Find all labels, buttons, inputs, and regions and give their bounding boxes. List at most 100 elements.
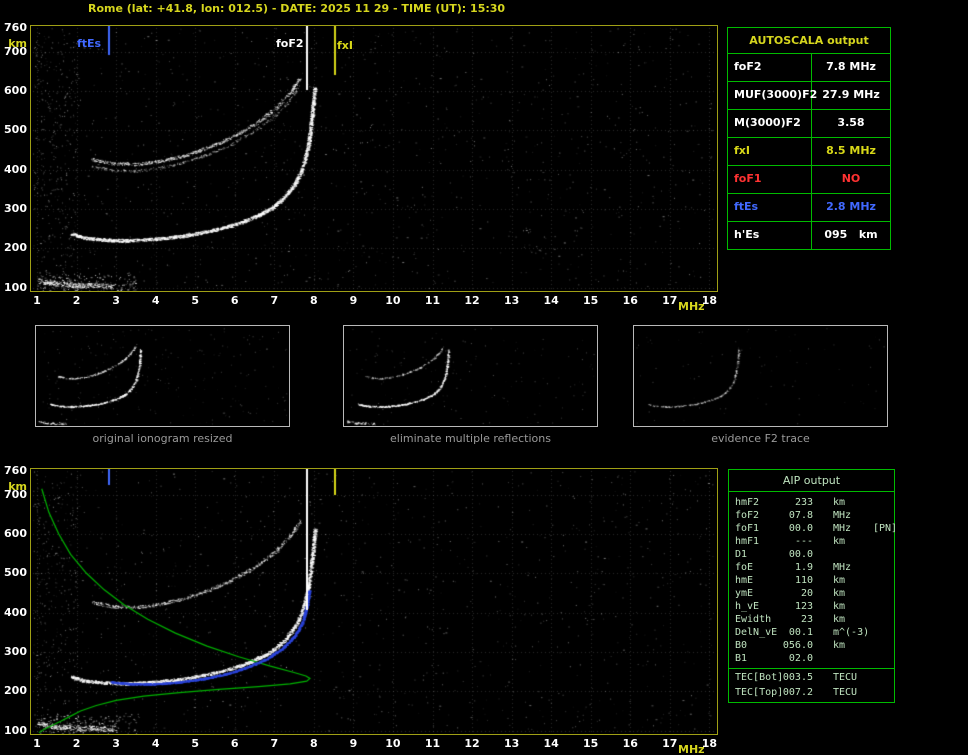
aip-param-extra xyxy=(869,574,894,587)
profile-ionogram-x-tick-2: 2 xyxy=(72,737,81,750)
aip-row-DelN_vE: DelN_vE 00.1 m^(-3) xyxy=(729,626,894,639)
aip-param-value: 00.1 xyxy=(788,627,813,638)
aip-param-extra xyxy=(869,548,894,561)
aip-param-label: B1 xyxy=(735,653,748,664)
aip-param-extra xyxy=(869,509,894,522)
aip-param-extra xyxy=(869,600,894,613)
main-ionogram-y-tick-500: 500 xyxy=(4,123,27,137)
aip-param-unit xyxy=(813,548,869,561)
aip-param-unit xyxy=(813,652,869,665)
aip-param-extra xyxy=(869,587,894,600)
aip-param-label: hmF2 xyxy=(735,497,760,508)
autoscala-param-label: fxI xyxy=(728,138,812,165)
aip-param-value: 20 xyxy=(800,588,813,599)
aip-param-label: TEC[Bot] xyxy=(735,672,784,683)
aip-param-label: foE xyxy=(735,562,754,573)
profile-ionogram-y-tick-400: 400 xyxy=(4,605,27,619)
aip-row-TEC[Bot]: TEC[Bot] 003.5 TECU xyxy=(729,668,894,686)
profile-ionogram-x-tick-12: 12 xyxy=(464,737,480,750)
profile-ionogram-x-tick-7: 7 xyxy=(270,737,279,750)
aip-row-Ewidth: Ewidth 23 km xyxy=(729,613,894,626)
aip-param-value: 233 xyxy=(794,497,813,508)
aip-param-unit: km xyxy=(833,640,846,651)
aip-param-label: Ewidth xyxy=(735,614,772,625)
aip-param-extra xyxy=(869,639,894,652)
main-ionogram-x-tick-2: 2 xyxy=(72,294,81,307)
aip-param-extra: [PN] xyxy=(873,523,898,534)
profile-ionogram-y-tick-100: 100 xyxy=(4,723,27,737)
main-ionogram-y-tick-760: 760 xyxy=(4,21,27,34)
aip-param-unit: TECU xyxy=(833,687,858,698)
autoscala-param-label: h'Es xyxy=(728,222,812,249)
aip-row-ymE: ymE 20 km xyxy=(729,587,894,600)
aip-param-unit: MHz xyxy=(833,562,852,573)
aip-param-unit: MHz xyxy=(833,510,852,521)
autoscala-param-value: NO xyxy=(841,172,861,185)
main-ionogram-x-tick-16: 16 xyxy=(622,294,638,307)
aip-param-label: D1 xyxy=(735,549,748,560)
profile-ionogram-y-tick-200: 200 xyxy=(4,684,27,698)
main-ionogram-x-tick-8: 8 xyxy=(310,294,318,307)
aip-row-foF1: foF1 00.0 MHz [PN] xyxy=(729,522,898,535)
aip-param-extra xyxy=(869,535,894,548)
aip-row-h_vE: h_vE 123 km xyxy=(729,600,894,613)
profile-ionogram-x-tick-10: 10 xyxy=(385,737,401,750)
autoscala-row-h'Es: h'Es 095 km xyxy=(728,222,890,249)
aip-param-extra xyxy=(869,613,894,626)
aip-param-unit: MHz xyxy=(833,523,852,534)
profile-ionogram-y-tick-500: 500 xyxy=(4,566,27,580)
main-ionogram-x-tick-13: 13 xyxy=(503,294,520,307)
main-ionogram-x-tick-4: 4 xyxy=(151,294,160,307)
main-ionogram-y-unit-label: km xyxy=(8,37,27,50)
autoscala-param-label: ftEs xyxy=(728,194,812,221)
profile-ionogram-y-tick-300: 300 xyxy=(4,645,27,658)
autoscala-param-value: 095 km xyxy=(824,228,878,241)
autoscala-row-MUF(3000)F2: MUF(3000)F2 27.9 MHz xyxy=(728,82,890,110)
profile-ionogram-x-tick-14: 14 xyxy=(543,737,559,750)
thumbnail-caption-1: original ionogram resized xyxy=(92,432,233,445)
profile-ionogram-x-tick-5: 5 xyxy=(191,737,200,750)
profile-ionogram-y-tick-600: 600 xyxy=(4,526,27,540)
main-ionogram-y-tick-400: 400 xyxy=(4,162,27,176)
autoscala-param-label: MUF(3000)F2 xyxy=(728,82,817,109)
autoscala-row-M(3000)F2: M(3000)F2 3.58 xyxy=(728,110,890,138)
aip-param-unit: km xyxy=(833,614,846,625)
aip-row-hmE: hmE 110 km xyxy=(729,574,894,587)
profile-ionogram-x-tick-3: 3 xyxy=(112,737,120,750)
main-ionogram-x-tick-5: 5 xyxy=(191,294,200,307)
autoscala-param-label: M(3000)F2 xyxy=(728,110,812,137)
aip-param-unit: km xyxy=(833,588,846,599)
main-ionogram-x-unit-label: MHz xyxy=(678,300,705,313)
aip-param-label: hmE xyxy=(735,575,754,586)
aip-row-TEC[Top]: TEC[Top] 007.2 TECU xyxy=(729,686,894,699)
aip-param-value: 00.0 xyxy=(788,549,813,560)
aip-row-foE: foE 1.9 MHz xyxy=(729,561,894,574)
profile-ionogram-y-unit-label: km xyxy=(8,480,27,493)
aip-param-value: 007.2 xyxy=(782,687,813,698)
main-ionogram-x-tick-12: 12 xyxy=(464,294,480,307)
autoscala-param-value: 3.58 xyxy=(837,116,865,129)
aip-param-extra xyxy=(869,626,894,639)
aip-param-unit: km xyxy=(833,536,846,547)
main-ionogram-x-tick-10: 10 xyxy=(385,294,401,307)
main-ionogram-x-tick-6: 6 xyxy=(230,294,239,307)
station-date-title: Rome (lat: +41.8, lon: 012.5) - DATE: 20… xyxy=(88,2,506,15)
aip-param-unit: m^(-3) xyxy=(833,627,870,638)
autoscala-table-rows: foF2 7.8 MHz MUF(3000)F2 27.9 MHz M(3000)F2 3… xyxy=(728,54,890,249)
autoscala-param-value: 27.9 MHz xyxy=(822,88,880,101)
main-ionogram-x-tick-9: 9 xyxy=(349,294,358,307)
profile-ionogram-x-tick-15: 15 xyxy=(583,737,599,750)
ionogram-main-canvas xyxy=(31,26,717,291)
aip-row-B1: B1 02.0 xyxy=(729,652,894,665)
main-ionogram-x-tick-7: 7 xyxy=(270,294,279,307)
aip-param-value: 056.0 xyxy=(782,640,813,651)
main-ionogram-x-tick-15: 15 xyxy=(583,294,599,307)
autoscala-param-value: 2.8 MHz xyxy=(826,200,876,213)
main-ionogram-y-tick-600: 600 xyxy=(4,83,27,97)
autoscala-param-value: 7.8 MHz xyxy=(826,60,876,73)
profile-ionogram-x-tick-11: 11 xyxy=(424,737,441,750)
aip-param-label: ymE xyxy=(735,588,754,599)
aip-param-label: foF1 xyxy=(735,523,760,534)
aip-param-label: hmF1 xyxy=(735,536,760,547)
aip-param-unit: TECU xyxy=(833,672,858,683)
